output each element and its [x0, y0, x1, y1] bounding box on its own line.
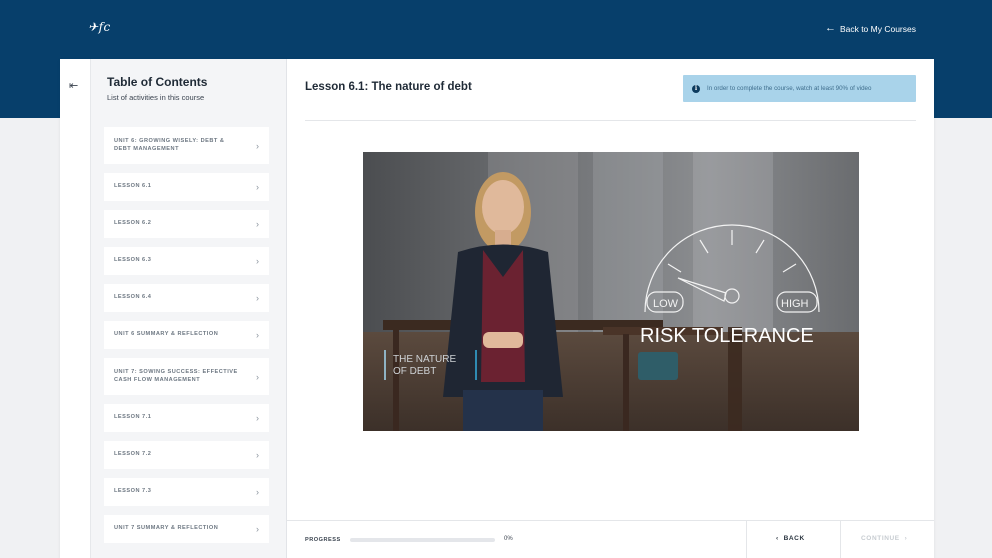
continue-button[interactable]: CONTINUE ›	[861, 535, 907, 542]
gauge-caption: RISK TOLERANCE	[640, 325, 814, 347]
toc-item-label: LESSON 7.1	[114, 414, 152, 421]
chevron-right-icon: ›	[256, 330, 259, 340]
toc-item-label: UNIT 6: GROWING WISELY: DEBT & DEBT MANA…	[114, 138, 225, 152]
nav-divider	[746, 521, 747, 558]
toc-item-label: UNIT 7: SOWING SUCCESS: EFFECTIVE CASH F…	[114, 369, 238, 383]
toc-item-label: LESSON 7.2	[114, 451, 152, 458]
toc-item[interactable]: UNIT 6 SUMMARY & REFLECTION ›	[104, 321, 269, 349]
toc-item-label: LESSON 6.2	[114, 220, 152, 227]
toc-item[interactable]: UNIT 7 SUMMARY & REFLECTION ›	[104, 515, 269, 543]
collapse-rail: ⇤	[60, 59, 91, 558]
back-to-courses-link[interactable]: ← Back to My Courses	[825, 23, 916, 34]
chevron-right-icon: ›	[256, 524, 259, 534]
info-icon: i	[692, 84, 700, 93]
toc-subtitle: List of activities in this course	[107, 93, 205, 102]
toc-item-label: LESSON 6.4	[114, 294, 152, 301]
nav-divider	[840, 521, 841, 558]
chevron-right-icon: ›	[256, 182, 259, 192]
chevron-right-icon: ›	[256, 256, 259, 266]
toc-item[interactable]: LESSON 7.1 ›	[104, 404, 269, 432]
toc-item[interactable]: LESSON 6.2 ›	[104, 210, 269, 238]
toc-item-label: UNIT 7 SUMMARY & REFLECTION	[114, 525, 219, 532]
progress-label: PROGRESS	[305, 537, 341, 543]
toc-item[interactable]: LESSON 6.3 ›	[104, 247, 269, 275]
collapse-left-icon[interactable]: ⇤	[69, 79, 78, 92]
lesson-content: Lesson 6.1: The nature of debt i In orde…	[287, 59, 934, 558]
back-button[interactable]: ‹ BACK	[776, 535, 805, 542]
chevron-right-icon: ›	[256, 413, 259, 423]
toc-item-label: LESSON 6.3	[114, 257, 152, 264]
completion-notice: i In order to complete the course, watch…	[683, 75, 916, 102]
video-overlay-title-line2: OF DEBT	[393, 366, 436, 377]
toc-item-label: LESSON 6.1	[114, 183, 152, 190]
toc-item-label: UNIT 6 SUMMARY & REFLECTION	[114, 331, 219, 338]
arrow-left-icon: ←	[824, 22, 836, 34]
video-overlay-title-line1: THE NATURE	[393, 354, 456, 365]
toc-list: UNIT 6: GROWING WISELY: DEBT & DEBT MANA…	[104, 127, 269, 552]
progress-percent: 0%	[504, 536, 513, 542]
chevron-right-icon: ›	[256, 219, 259, 229]
toc-title: Table of Contents	[107, 75, 208, 89]
gauge-high-label: HIGH	[781, 298, 809, 310]
chevron-right-icon: ›	[256, 487, 259, 497]
toc-item[interactable]: UNIT 7: SOWING SUCCESS: EFFECTIVE CASH F…	[104, 358, 269, 395]
toc-item[interactable]: UNIT 6: GROWING WISELY: DEBT & DEBT MANA…	[104, 127, 269, 164]
progress-bar	[350, 538, 495, 542]
chevron-right-icon: ›	[256, 450, 259, 460]
back-to-courses-label: Back to My Courses	[839, 23, 916, 34]
toc-item[interactable]: LESSON 6.4 ›	[104, 284, 269, 312]
lesson-title: Lesson 6.1: The nature of debt	[305, 81, 472, 93]
chevron-right-icon: ›	[256, 293, 259, 303]
notice-text: In order to complete the course, watch a…	[707, 85, 872, 92]
toc-item[interactable]: LESSON 6.1 ›	[104, 173, 269, 201]
chevron-right-icon: ›	[256, 371, 259, 382]
chevron-right-icon: ›	[904, 535, 908, 542]
title-divider	[305, 120, 916, 121]
video-frame: THE NATURE OF DEBT LOW HIGH RISK TOLERAN…	[363, 152, 859, 431]
chevron-left-icon: ‹	[776, 535, 779, 542]
toc-item[interactable]: LESSON 7.3 ›	[104, 478, 269, 506]
toc-item-label: LESSON 7.3	[114, 488, 152, 495]
table-of-contents: Table of Contents List of activities in …	[91, 59, 287, 558]
lesson-footer: PROGRESS 0% ‹ BACK CONTINUE ›	[287, 520, 934, 558]
course-panel: ⇤ Table of Contents List of activities i…	[60, 59, 934, 558]
logo-swoosh-icon: ✈	[88, 20, 99, 34]
toc-item[interactable]: LESSON 7.2 ›	[104, 441, 269, 469]
gauge-low-label: LOW	[653, 298, 679, 310]
brand-logo[interactable]: ✈fc	[88, 20, 111, 34]
video-player[interactable]: THE NATURE OF DEBT LOW HIGH RISK TOLERAN…	[363, 152, 859, 431]
chevron-right-icon: ›	[256, 140, 259, 151]
